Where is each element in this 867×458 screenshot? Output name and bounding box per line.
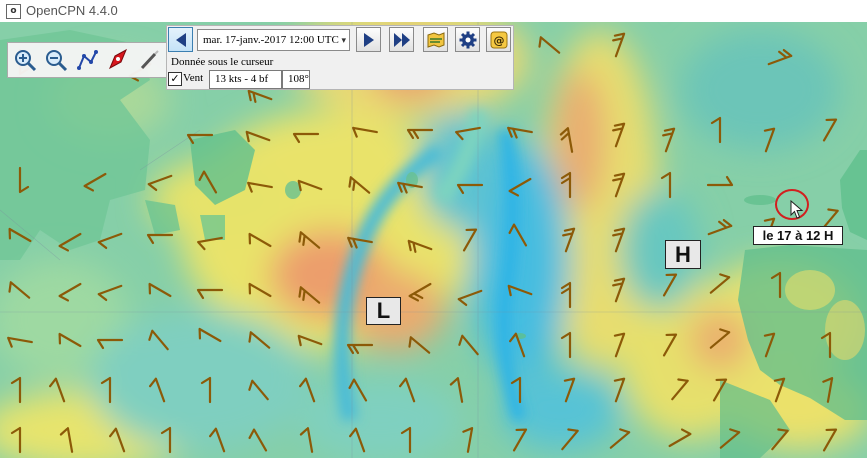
play-icon [393,32,410,47]
datetime-value: mar. 17-janv.-2017 12:00 UTC [203,34,339,46]
title-bar: o OpenCPN 4.4.0 [0,0,867,23]
main-toolbar [7,42,167,78]
tools-button[interactable] [136,47,162,73]
wind-speed-field: 13 kts - 4 bf [209,70,282,89]
zoom-out-button[interactable] [43,47,69,73]
grib-chart-button[interactable] [423,27,448,52]
zoom-in-icon [15,50,37,72]
route-button[interactable] [74,47,100,73]
request-button[interactable]: @ [486,27,511,52]
settings-icon [459,31,476,48]
grib-panel: mar. 17-janv.-2017 12:00 UTC ▾ @ Donnée … [166,25,514,90]
date-annotation: le 17 à 12 H [753,226,843,245]
window-title: OpenCPN 4.4.0 [26,3,118,18]
low-pressure-label: L [366,297,401,325]
datetime-select[interactable]: mar. 17-janv.-2017 12:00 UTC ▾ [197,29,350,51]
prev-button[interactable] [168,27,193,52]
boat-icon [108,48,128,70]
tools-icon [140,50,159,70]
svg-text:@: @ [493,34,504,47]
mouse-pointer-icon [790,200,804,219]
request-icon: @ [490,31,507,48]
opencpn-app-icon: o [6,4,21,19]
zoom-out-icon [46,50,68,72]
chevron-down-icon: ▾ [341,35,346,45]
route-icon [77,50,98,70]
play-button[interactable] [389,27,414,52]
cursor-data-title: Donnée sous le curseur [171,56,274,68]
prev-icon [175,32,186,47]
boat-button[interactable] [105,47,131,73]
next-button[interactable] [356,27,381,52]
grib-chart-icon [427,31,444,48]
wind-checkbox[interactable]: ✓ [168,72,182,86]
high-pressure-label: H [665,240,701,269]
zoom-in-button[interactable] [12,47,38,73]
wind-label: Vent [183,72,204,84]
settings-button[interactable] [455,27,480,52]
next-icon [363,32,374,47]
wind-direction-field: 108° [282,70,310,89]
